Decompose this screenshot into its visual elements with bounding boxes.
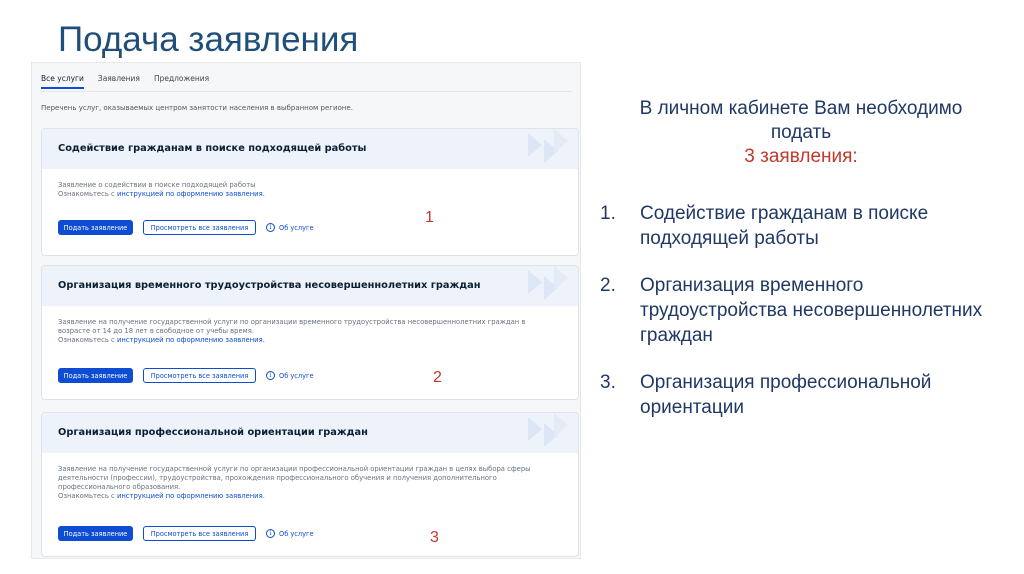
list-number: 3. xyxy=(600,372,616,393)
list-text: Содействие гражданам в поиске подходящей… xyxy=(640,203,929,249)
tab-applications[interactable]: Заявления xyxy=(98,74,140,89)
view-all-applications-button[interactable]: Просмотреть все заявления xyxy=(143,368,256,383)
portal-screenshot: Все услуги Заявления Предложения Перечен… xyxy=(31,62,581,559)
instruction-prefix: Ознакомьтесь с xyxy=(58,492,115,500)
services-intro: Перечень услуг, оказываемых центром заня… xyxy=(41,104,353,112)
tab-offers[interactable]: Предложения xyxy=(154,74,209,89)
about-service-label: Об услуге xyxy=(279,529,314,538)
list-number: 2. xyxy=(600,275,616,296)
card-description: Заявление на получение государственной у… xyxy=(58,318,526,326)
card-header: Организация профессиональной ориентации … xyxy=(42,413,578,453)
list-text: Организация временного трудоустройства н… xyxy=(640,275,983,346)
instruction-prefix: Ознакомьтесь с xyxy=(58,190,115,198)
card-description: возрасте от 14 до 18 лет в свободное от … xyxy=(58,327,255,335)
card-actions: Подать заявление Просмотреть все заявлен… xyxy=(58,368,314,383)
card-body: Заявление на получение государственной у… xyxy=(42,453,578,501)
instruction-link[interactable]: инструкцией по оформлению заявления. xyxy=(117,492,265,500)
card-title: Содействие гражданам в поиске подходящей… xyxy=(58,143,367,154)
submit-application-button[interactable]: Подать заявление xyxy=(58,526,133,541)
list-number: 1. xyxy=(600,203,616,224)
card-instruction: Ознакомьтесь с инструкцией по оформлению… xyxy=(58,336,578,345)
instruction-note: В личном кабинете Вам необходимо подать … xyxy=(606,97,996,169)
note-line: подать xyxy=(770,122,832,143)
application-list: 1. Содействие гражданам в поиске подходя… xyxy=(600,201,1000,442)
instruction-prefix: Ознакомьтесь с xyxy=(58,336,115,344)
about-service-label: Об услуге xyxy=(279,371,314,380)
card-instruction: Ознакомьтесь с инструкцией по оформлению… xyxy=(58,492,578,501)
card-actions: Подать заявление Просмотреть все заявлен… xyxy=(58,220,314,235)
tab-divider xyxy=(40,91,572,92)
card-instruction: Ознакомьтесь с инструкцией по оформлению… xyxy=(58,190,578,199)
card-header: Содействие гражданам в поиске подходящей… xyxy=(42,129,578,169)
submit-application-button[interactable]: Подать заявление xyxy=(58,368,133,383)
tab-all-services[interactable]: Все услуги xyxy=(41,74,84,89)
marker-number: 2 xyxy=(433,369,442,386)
marker-number: 3 xyxy=(430,529,439,546)
card-description: Заявление о содействии в поиске подходящ… xyxy=(58,181,256,189)
list-item: 2. Организация временного трудоустройств… xyxy=(600,273,1000,348)
submit-application-button[interactable]: Подать заявление xyxy=(58,220,133,235)
card-title: Организация временного трудоустройства н… xyxy=(58,280,481,291)
list-item: 3. Организация профессиональной ориентац… xyxy=(600,370,1000,420)
chevrons-decoration-icon xyxy=(528,413,568,447)
card-header: Организация временного трудоустройства н… xyxy=(42,266,578,306)
instruction-link[interactable]: инструкцией по оформлению заявления. xyxy=(117,336,265,344)
card-description: Заявление на получение государственной у… xyxy=(58,465,531,473)
about-service-link[interactable]: i Об услуге xyxy=(266,371,314,380)
about-service-label: Об услуге xyxy=(279,223,314,232)
view-all-applications-button[interactable]: Просмотреть все заявления xyxy=(143,526,256,541)
note-line: В личном кабинете Вам необходимо xyxy=(639,98,963,119)
service-card-career-guidance: Организация профессиональной ориентации … xyxy=(41,412,579,557)
card-description: профессионального образования. xyxy=(58,483,181,491)
card-body: Заявление на получение государственной у… xyxy=(42,306,578,345)
service-card-minor-employment: Организация временного трудоустройства н… xyxy=(41,265,579,400)
list-item: 1. Содействие гражданам в поиске подходя… xyxy=(600,201,1000,251)
chevrons-decoration-icon xyxy=(528,266,568,300)
slide-title: Подача заявления xyxy=(58,20,359,59)
card-actions: Подать заявление Просмотреть все заявлен… xyxy=(58,526,314,541)
note-accent: 3 заявления: xyxy=(744,146,858,167)
chevrons-decoration-icon xyxy=(528,129,568,163)
info-icon: i xyxy=(266,529,275,538)
service-card-job-search: Содействие гражданам в поиске подходящей… xyxy=(41,128,579,256)
info-icon: i xyxy=(266,371,275,380)
card-description: деятельности (профессии), трудоустройств… xyxy=(58,474,497,482)
card-body: Заявление о содействии в поиске подходящ… xyxy=(42,169,578,199)
marker-number: 1 xyxy=(425,209,434,226)
info-icon: i xyxy=(266,223,275,232)
view-all-applications-button[interactable]: Просмотреть все заявления xyxy=(143,220,256,235)
instruction-link[interactable]: инструкцией по оформлению заявления. xyxy=(117,190,265,198)
about-service-link[interactable]: i Об услуге xyxy=(266,223,314,232)
list-text: Организация профессиональной ориентации xyxy=(640,372,932,418)
about-service-link[interactable]: i Об услуге xyxy=(266,529,314,538)
tab-bar: Все услуги Заявления Предложения xyxy=(41,74,223,89)
card-title: Организация профессиональной ориентации … xyxy=(58,427,368,438)
